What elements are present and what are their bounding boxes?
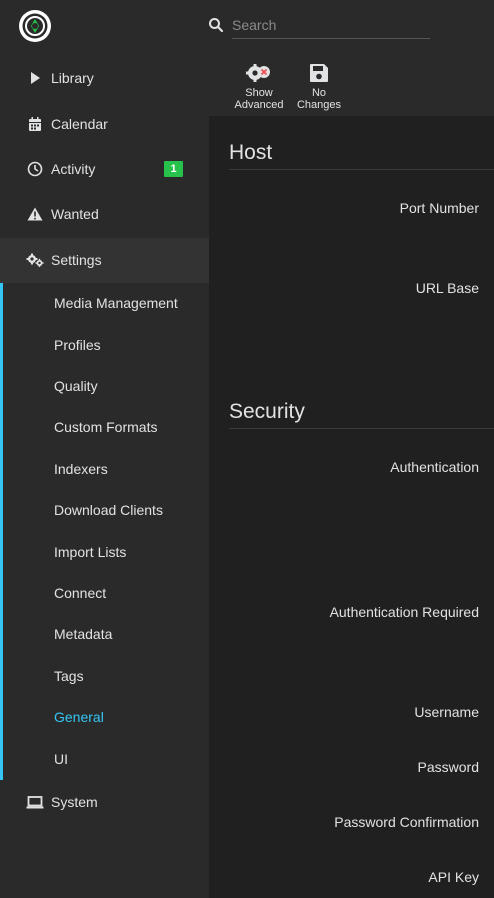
settings-item-connect[interactable]: Connect <box>54 585 106 601</box>
sidebar-item-label: Calendar <box>51 116 108 132</box>
sidebar-item-label: Settings <box>51 252 102 268</box>
sidebar-item-activity[interactable]: Activity 1 <box>0 149 209 189</box>
settings-item-ui[interactable]: UI <box>54 751 68 767</box>
settings-item-custom-formats[interactable]: Custom Formats <box>54 419 157 435</box>
sidebar-item-label: Wanted <box>51 206 99 222</box>
logo-icon <box>19 10 51 42</box>
search-input[interactable] <box>232 14 430 39</box>
section-divider <box>229 428 494 429</box>
advanced-settings-icon <box>246 64 270 82</box>
sidebar-item-settings[interactable]: Settings <box>0 240 209 280</box>
settings-item-tags[interactable]: Tags <box>54 668 84 684</box>
password-confirmation-label: Password Confirmation <box>334 814 479 830</box>
calendar-icon <box>26 115 44 133</box>
username-label: Username <box>414 704 479 720</box>
show-advanced-label-2: Advanced <box>234 99 284 111</box>
settings-item-quality[interactable]: Quality <box>54 378 98 394</box>
section-title-security: Security <box>229 400 305 423</box>
settings-item-profiles[interactable]: Profiles <box>54 337 101 353</box>
api-key-label: API Key <box>428 869 479 885</box>
gears-icon <box>26 251 44 269</box>
section-divider <box>229 169 494 170</box>
search-icon <box>209 18 224 33</box>
settings-item-import-lists[interactable]: Import Lists <box>54 544 126 560</box>
sidebar-item-label: System <box>51 794 98 810</box>
play-icon <box>26 69 44 87</box>
app-logo[interactable] <box>17 8 53 44</box>
activity-count-badge: 1 <box>164 161 183 177</box>
no-changes-label-2: Changes <box>296 99 342 111</box>
sidebar-item-wanted[interactable]: Wanted <box>0 194 209 234</box>
save-icon <box>310 64 328 82</box>
sidebar-item-system[interactable]: System <box>0 782 209 822</box>
show-advanced-button[interactable]: Show Advanced <box>229 62 289 114</box>
show-advanced-label-1: Show <box>245 87 273 99</box>
settings-item-general[interactable]: General <box>54 709 104 725</box>
laptop-icon <box>26 793 44 811</box>
authentication-required-label: Authentication Required <box>329 604 479 620</box>
password-label: Password <box>417 759 479 775</box>
settings-item-media-management[interactable]: Media Management <box>54 295 178 311</box>
no-changes-button[interactable]: No Changes <box>289 62 349 114</box>
sidebar-item-label: Activity <box>51 161 96 177</box>
sidebar-item-calendar[interactable]: Calendar <box>0 104 209 144</box>
port-number-label: Port Number <box>399 200 479 216</box>
url-base-label: URL Base <box>415 280 479 296</box>
sidebar-item-library[interactable]: Library <box>0 58 209 98</box>
warning-icon <box>26 205 44 223</box>
settings-item-metadata[interactable]: Metadata <box>54 626 112 642</box>
authentication-label: Authentication <box>390 459 479 475</box>
settings-item-indexers[interactable]: Indexers <box>54 461 108 477</box>
no-changes-label-1: No <box>311 87 327 99</box>
sidebar-item-label: Library <box>51 70 94 86</box>
settings-content <box>209 116 494 898</box>
settings-item-download-clients[interactable]: Download Clients <box>54 502 163 518</box>
section-title-host: Host <box>229 141 273 164</box>
clock-icon <box>26 160 44 178</box>
